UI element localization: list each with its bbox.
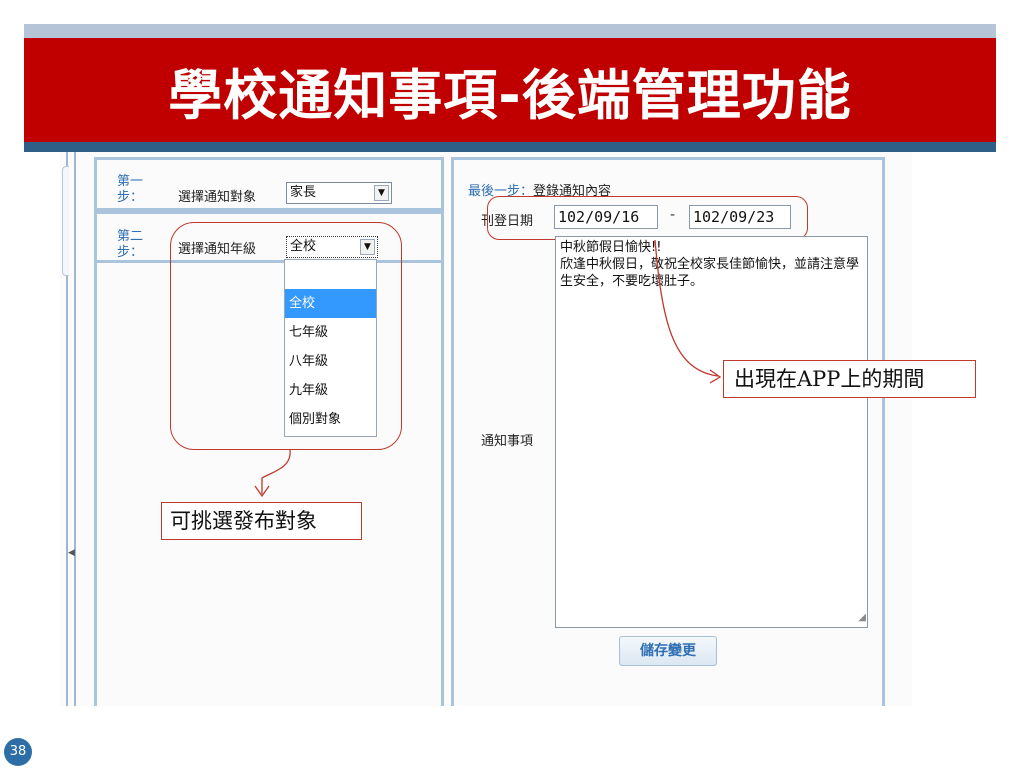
notice-text: 中秋節假日愉快!! 欣逢中秋假日，敬祝全校家長佳節愉快，並請注意學生安全，不要吃…: [560, 240, 860, 289]
date-highlight: [487, 196, 808, 240]
notice-label: 通知事項: [481, 434, 534, 449]
collapse-arrow-icon[interactable]: ◀: [68, 548, 75, 558]
callout-period: 出現在APP上的期間: [723, 360, 976, 398]
dropdown-highlight: [170, 222, 402, 450]
step1-label: 第一步：: [117, 174, 144, 205]
title-underline: [24, 142, 996, 152]
save-button[interactable]: 儲存變更: [619, 636, 717, 666]
target-select-value: 家長: [290, 185, 317, 200]
side-tab: [62, 166, 69, 276]
slide-top-bar: [24, 24, 996, 38]
callout-select-targets: 可挑選發布對象: [161, 502, 362, 540]
step1-field-label: 選擇通知對象: [178, 190, 257, 205]
divider: [74, 152, 76, 706]
slide-title: 學校通知事項-後端管理功能: [168, 63, 852, 127]
target-select[interactable]: 家長 ▼: [286, 182, 392, 204]
resize-handle-icon[interactable]: ◢: [858, 609, 866, 626]
step1-panel: 第一步： 選擇通知對象 家長 ▼: [94, 157, 444, 211]
step2-label: 第二步：: [117, 229, 144, 260]
title-band: 學校通知事項-後端管理功能: [24, 38, 996, 142]
page-number: 38: [4, 738, 32, 766]
notice-textarea[interactable]: 中秋節假日愉快!! 欣逢中秋假日，敬祝全校家長佳節愉快，並請注意學生安全，不要吃…: [555, 236, 868, 628]
chevron-down-icon[interactable]: ▼: [374, 185, 389, 201]
